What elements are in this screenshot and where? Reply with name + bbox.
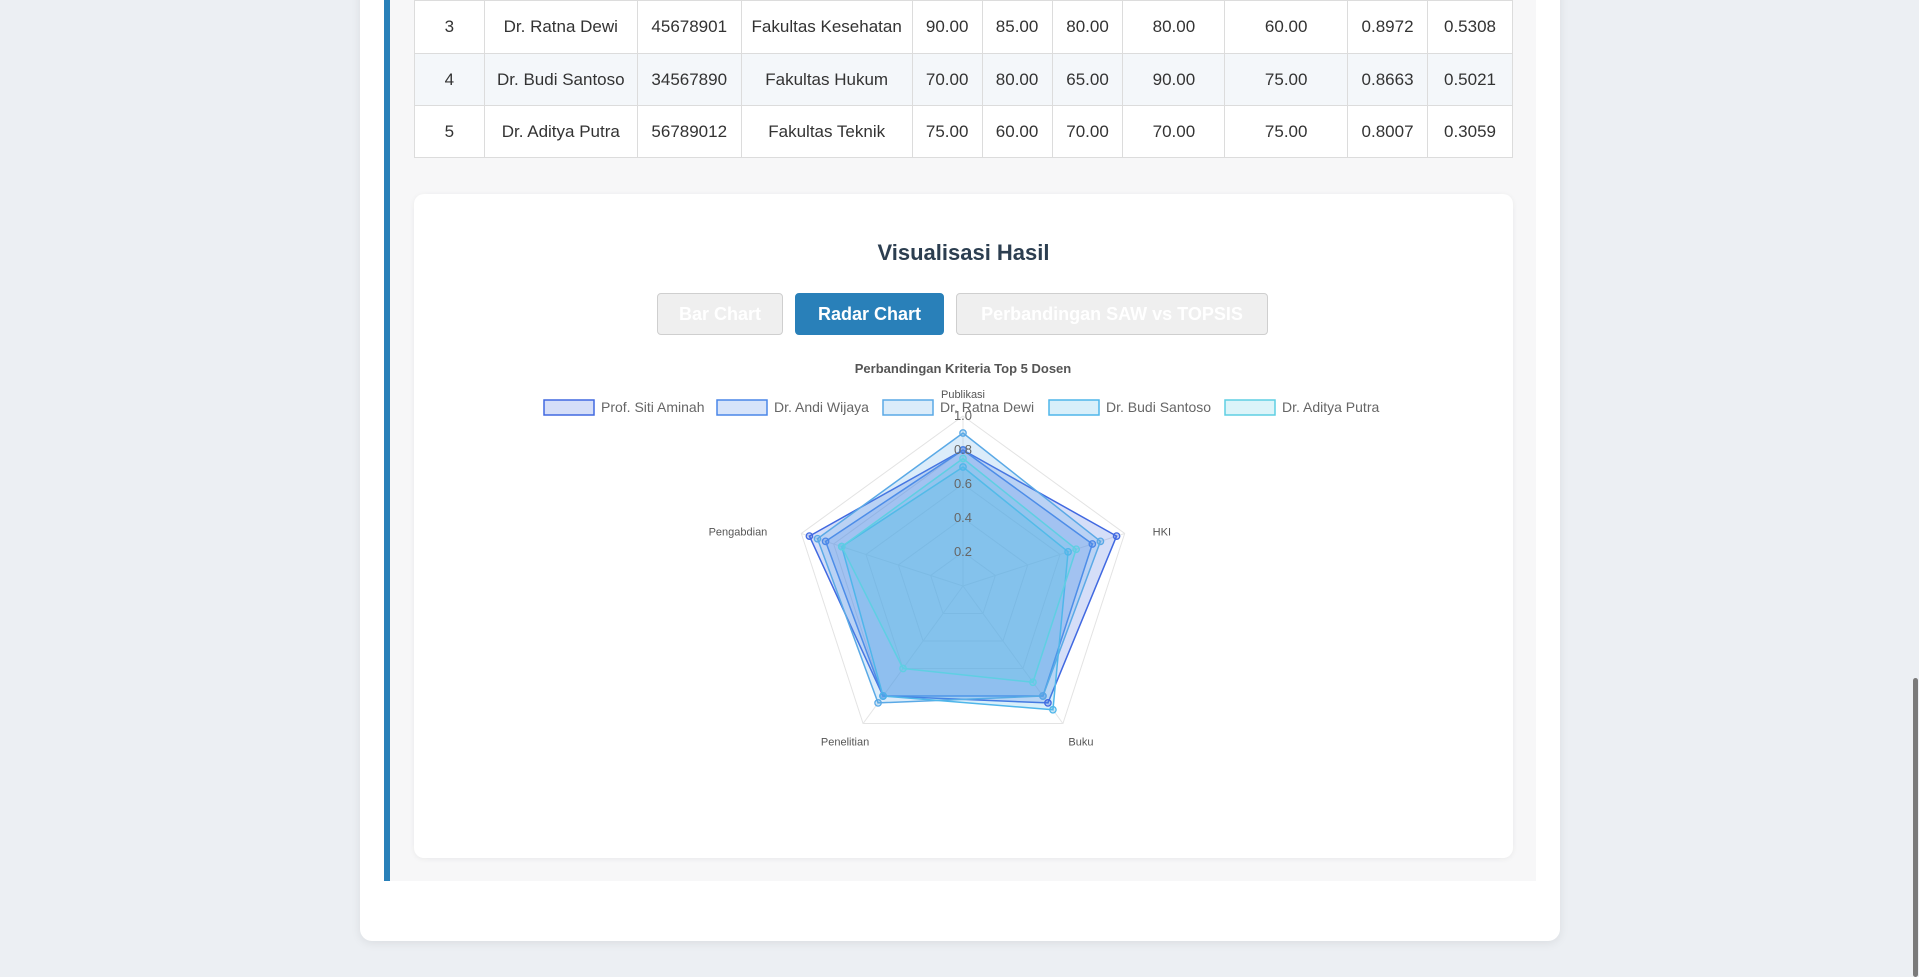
- table-cell-c3: 65.00: [1051, 53, 1124, 106]
- visualization-card: Visualisasi Hasil Bar Chart Radar Chart …: [414, 194, 1513, 858]
- axis-label: Buku: [1068, 737, 1093, 749]
- legend-label: Dr. Budi Santoso: [1106, 399, 1211, 415]
- ranking-table: 3 Dr. Ratna Dewi 45678901 Fakultas Kesehata…: [414, 0, 1513, 158]
- series-point: [1072, 545, 1081, 554]
- table-cell-saw: 0.8663: [1347, 53, 1428, 106]
- axis-label: HKI: [1153, 526, 1171, 538]
- series-point: [959, 429, 967, 437]
- table-cell-name: Dr. Aditya Putra: [483, 105, 638, 158]
- chart-title: Perbandingan Kriteria Top 5 Dosen: [855, 361, 1072, 376]
- legend-label: Prof. Siti Aminah: [601, 399, 705, 415]
- table-cell-c2: 80.00: [981, 53, 1053, 106]
- series-point: [1044, 699, 1052, 707]
- table-cell-c5: 75.00: [1224, 105, 1349, 158]
- table-row: 3 Dr. Ratna Dewi 45678901 Fakultas Kesehata…: [414, 0, 1513, 54]
- table-cell-name: Dr. Ratna Dewi: [483, 0, 638, 54]
- tick-label: 0.4: [954, 510, 972, 525]
- series-point: [1064, 548, 1072, 556]
- table-cell-c4: 70.00: [1122, 105, 1226, 158]
- series-point: [879, 692, 887, 700]
- tick-label: 1.0: [954, 408, 972, 423]
- table-cell-c2: 85.00: [981, 0, 1053, 54]
- table-cell-rank: 4: [414, 53, 485, 106]
- table-cell-rank: 3: [414, 0, 485, 54]
- table-row: 5 Dr. Aditya Putra 56789012 Fakultas Teknik…: [414, 105, 1513, 158]
- tick-label: 0.8: [954, 442, 972, 457]
- legend-swatch: [543, 399, 595, 416]
- series-point: [1096, 537, 1105, 546]
- table-cell-c2: 60.00: [981, 105, 1053, 158]
- axis-label: Penelitian: [821, 737, 869, 749]
- series-point: [874, 699, 882, 707]
- table-cell-name: Dr. Budi Santoso: [483, 53, 638, 106]
- table-cell-c4: 80.00: [1122, 0, 1226, 54]
- table-cell-c5: 60.00: [1224, 0, 1349, 54]
- legend-label: Dr. Andi Wijaya: [774, 399, 869, 415]
- series-point: [813, 534, 822, 543]
- table-cell-faculty: Fakultas Hukum: [740, 53, 913, 106]
- series-point: [1049, 705, 1057, 714]
- legend-swatch: [1224, 399, 1276, 416]
- axis-label: Pengabdian: [709, 526, 768, 538]
- table-row: 4 Dr. Budi Santoso 34567890 Fakultas Hukum 7…: [414, 53, 1513, 106]
- table-cell-c3: 80.00: [1051, 0, 1124, 54]
- series-point: [1029, 678, 1037, 687]
- table-cell-faculty: Fakultas Teknik: [740, 105, 913, 158]
- table-cell-c4: 90.00: [1122, 53, 1226, 106]
- series-point: [1112, 532, 1121, 540]
- series-point: [1088, 540, 1097, 548]
- table-cell-topsis: 0.5021: [1427, 53, 1513, 106]
- scrollbar-thumb[interactable]: [1913, 678, 1918, 977]
- tick-label: 0.2: [954, 544, 972, 559]
- legend-label: Dr. Aditya Putra: [1282, 399, 1379, 415]
- series-point: [899, 664, 907, 673]
- series-point: [805, 532, 814, 540]
- tick-label: 0.6: [954, 476, 972, 491]
- radar-chart: Perbandingan Kriteria Top 5 Dosen Prof. S…: [543, 361, 1379, 749]
- series-point: [837, 542, 846, 551]
- legend-swatch: [716, 399, 768, 416]
- legend-swatch: [1048, 399, 1100, 416]
- table-cell-nidn: 56789012: [636, 105, 742, 158]
- table-cell-topsis: 0.5308: [1427, 0, 1513, 54]
- table-cell-c1: 90.00: [911, 0, 983, 54]
- table-cell-nidn: 34567890: [636, 53, 742, 106]
- table-cell-rank: 5: [414, 105, 485, 158]
- table-cell-nidn: 45678901: [636, 0, 742, 54]
- table-cell-faculty: Fakultas Kesehatan: [740, 0, 913, 54]
- table-cell-saw: 0.8972: [1347, 0, 1428, 54]
- table-cell-saw: 0.8007: [1347, 105, 1428, 158]
- legend-swatch: [882, 399, 934, 416]
- table-cell-c1: 75.00: [911, 105, 983, 158]
- axis-label: Publikasi: [941, 389, 985, 401]
- series-point: [959, 463, 967, 471]
- table-cell-c5: 75.00: [1224, 53, 1349, 106]
- series-point: [821, 537, 830, 546]
- series-point: [1039, 692, 1047, 700]
- table-cell-topsis: 0.3059: [1427, 105, 1513, 158]
- table-cell-c3: 70.00: [1051, 105, 1124, 158]
- table-cell-c1: 70.00: [911, 53, 983, 106]
